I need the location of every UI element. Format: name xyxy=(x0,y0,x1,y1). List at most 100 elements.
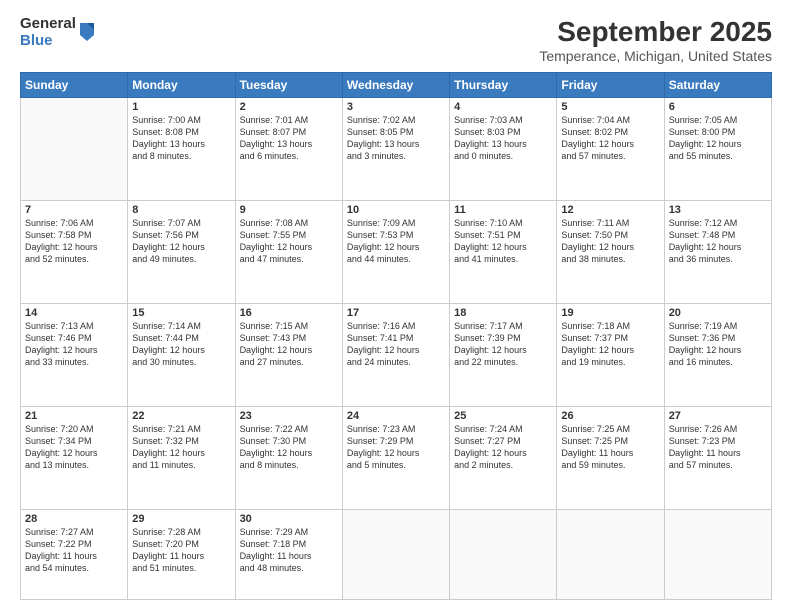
calendar-header-row: Sunday Monday Tuesday Wednesday Thursday… xyxy=(21,73,772,98)
day-info: Sunrise: 7:06 AMSunset: 7:58 PMDaylight:… xyxy=(25,217,123,266)
col-monday: Monday xyxy=(128,73,235,98)
table-row: 30Sunrise: 7:29 AMSunset: 7:18 PMDayligh… xyxy=(235,509,342,599)
table-row: 25Sunrise: 7:24 AMSunset: 7:27 PMDayligh… xyxy=(450,406,557,509)
col-tuesday: Tuesday xyxy=(235,73,342,98)
day-info: Sunrise: 7:26 AMSunset: 7:23 PMDaylight:… xyxy=(669,423,767,472)
day-info: Sunrise: 7:27 AMSunset: 7:22 PMDaylight:… xyxy=(25,526,123,575)
day-number: 14 xyxy=(25,307,123,319)
table-row: 2Sunrise: 7:01 AMSunset: 8:07 PMDaylight… xyxy=(235,98,342,201)
day-number: 15 xyxy=(132,307,230,319)
table-row xyxy=(21,98,128,201)
table-row xyxy=(450,509,557,599)
day-info: Sunrise: 7:22 AMSunset: 7:30 PMDaylight:… xyxy=(240,423,338,472)
day-info: Sunrise: 7:14 AMSunset: 7:44 PMDaylight:… xyxy=(132,320,230,369)
table-row xyxy=(342,509,449,599)
day-info: Sunrise: 7:21 AMSunset: 7:32 PMDaylight:… xyxy=(132,423,230,472)
table-row: 13Sunrise: 7:12 AMSunset: 7:48 PMDayligh… xyxy=(664,200,771,303)
day-info: Sunrise: 7:17 AMSunset: 7:39 PMDaylight:… xyxy=(454,320,552,369)
day-info: Sunrise: 7:12 AMSunset: 7:48 PMDaylight:… xyxy=(669,217,767,266)
day-info: Sunrise: 7:19 AMSunset: 7:36 PMDaylight:… xyxy=(669,320,767,369)
day-info: Sunrise: 7:09 AMSunset: 7:53 PMDaylight:… xyxy=(347,217,445,266)
day-number: 29 xyxy=(132,513,230,525)
day-info: Sunrise: 7:05 AMSunset: 8:00 PMDaylight:… xyxy=(669,114,767,163)
day-number: 12 xyxy=(561,204,659,216)
table-row: 7Sunrise: 7:06 AMSunset: 7:58 PMDaylight… xyxy=(21,200,128,303)
day-info: Sunrise: 7:25 AMSunset: 7:25 PMDaylight:… xyxy=(561,423,659,472)
day-info: Sunrise: 7:15 AMSunset: 7:43 PMDaylight:… xyxy=(240,320,338,369)
day-info: Sunrise: 7:01 AMSunset: 8:07 PMDaylight:… xyxy=(240,114,338,163)
day-info: Sunrise: 7:11 AMSunset: 7:50 PMDaylight:… xyxy=(561,217,659,266)
day-info: Sunrise: 7:04 AMSunset: 8:02 PMDaylight:… xyxy=(561,114,659,163)
day-number: 25 xyxy=(454,410,552,422)
day-info: Sunrise: 7:00 AMSunset: 8:08 PMDaylight:… xyxy=(132,114,230,163)
title-block: September 2025 Temperance, Michigan, Uni… xyxy=(539,16,772,64)
table-row: 5Sunrise: 7:04 AMSunset: 8:02 PMDaylight… xyxy=(557,98,664,201)
day-number: 20 xyxy=(669,307,767,319)
day-number: 23 xyxy=(240,410,338,422)
table-row: 29Sunrise: 7:28 AMSunset: 7:20 PMDayligh… xyxy=(128,509,235,599)
day-number: 21 xyxy=(25,410,123,422)
calendar-week-row: 1Sunrise: 7:00 AMSunset: 8:08 PMDaylight… xyxy=(21,98,772,201)
calendar-table: Sunday Monday Tuesday Wednesday Thursday… xyxy=(20,72,772,600)
day-number: 5 xyxy=(561,101,659,113)
day-info: Sunrise: 7:29 AMSunset: 7:18 PMDaylight:… xyxy=(240,526,338,575)
table-row: 22Sunrise: 7:21 AMSunset: 7:32 PMDayligh… xyxy=(128,406,235,509)
table-row: 16Sunrise: 7:15 AMSunset: 7:43 PMDayligh… xyxy=(235,303,342,406)
col-sunday: Sunday xyxy=(21,73,128,98)
table-row xyxy=(557,509,664,599)
table-row: 17Sunrise: 7:16 AMSunset: 7:41 PMDayligh… xyxy=(342,303,449,406)
day-number: 3 xyxy=(347,101,445,113)
day-info: Sunrise: 7:20 AMSunset: 7:34 PMDaylight:… xyxy=(25,423,123,472)
table-row: 4Sunrise: 7:03 AMSunset: 8:03 PMDaylight… xyxy=(450,98,557,201)
day-number: 1 xyxy=(132,101,230,113)
logo-general: General xyxy=(20,16,76,33)
day-info: Sunrise: 7:03 AMSunset: 8:03 PMDaylight:… xyxy=(454,114,552,163)
table-row: 12Sunrise: 7:11 AMSunset: 7:50 PMDayligh… xyxy=(557,200,664,303)
table-row: 26Sunrise: 7:25 AMSunset: 7:25 PMDayligh… xyxy=(557,406,664,509)
day-info: Sunrise: 7:13 AMSunset: 7:46 PMDaylight:… xyxy=(25,320,123,369)
col-wednesday: Wednesday xyxy=(342,73,449,98)
day-number: 30 xyxy=(240,513,338,525)
day-number: 19 xyxy=(561,307,659,319)
table-row: 8Sunrise: 7:07 AMSunset: 7:56 PMDaylight… xyxy=(128,200,235,303)
day-info: Sunrise: 7:10 AMSunset: 7:51 PMDaylight:… xyxy=(454,217,552,266)
day-number: 18 xyxy=(454,307,552,319)
table-row xyxy=(664,509,771,599)
table-row: 24Sunrise: 7:23 AMSunset: 7:29 PMDayligh… xyxy=(342,406,449,509)
table-row: 28Sunrise: 7:27 AMSunset: 7:22 PMDayligh… xyxy=(21,509,128,599)
day-number: 27 xyxy=(669,410,767,422)
day-number: 24 xyxy=(347,410,445,422)
day-number: 22 xyxy=(132,410,230,422)
day-number: 16 xyxy=(240,307,338,319)
day-number: 4 xyxy=(454,101,552,113)
calendar-week-row: 28Sunrise: 7:27 AMSunset: 7:22 PMDayligh… xyxy=(21,509,772,599)
day-info: Sunrise: 7:16 AMSunset: 7:41 PMDaylight:… xyxy=(347,320,445,369)
table-row: 23Sunrise: 7:22 AMSunset: 7:30 PMDayligh… xyxy=(235,406,342,509)
logo-icon xyxy=(78,21,96,43)
table-row: 9Sunrise: 7:08 AMSunset: 7:55 PMDaylight… xyxy=(235,200,342,303)
table-row: 3Sunrise: 7:02 AMSunset: 8:05 PMDaylight… xyxy=(342,98,449,201)
page-header: General Blue September 2025 Temperance, … xyxy=(20,16,772,64)
table-row: 6Sunrise: 7:05 AMSunset: 8:00 PMDaylight… xyxy=(664,98,771,201)
day-number: 8 xyxy=(132,204,230,216)
day-number: 7 xyxy=(25,204,123,216)
day-info: Sunrise: 7:02 AMSunset: 8:05 PMDaylight:… xyxy=(347,114,445,163)
table-row: 15Sunrise: 7:14 AMSunset: 7:44 PMDayligh… xyxy=(128,303,235,406)
day-number: 17 xyxy=(347,307,445,319)
col-friday: Friday xyxy=(557,73,664,98)
col-thursday: Thursday xyxy=(450,73,557,98)
table-row: 20Sunrise: 7:19 AMSunset: 7:36 PMDayligh… xyxy=(664,303,771,406)
table-row: 1Sunrise: 7:00 AMSunset: 8:08 PMDaylight… xyxy=(128,98,235,201)
table-row: 18Sunrise: 7:17 AMSunset: 7:39 PMDayligh… xyxy=(450,303,557,406)
day-info: Sunrise: 7:28 AMSunset: 7:20 PMDaylight:… xyxy=(132,526,230,575)
day-info: Sunrise: 7:07 AMSunset: 7:56 PMDaylight:… xyxy=(132,217,230,266)
calendar-week-row: 21Sunrise: 7:20 AMSunset: 7:34 PMDayligh… xyxy=(21,406,772,509)
table-row: 21Sunrise: 7:20 AMSunset: 7:34 PMDayligh… xyxy=(21,406,128,509)
day-info: Sunrise: 7:08 AMSunset: 7:55 PMDaylight:… xyxy=(240,217,338,266)
month-title: September 2025 xyxy=(539,16,772,48)
day-number: 2 xyxy=(240,101,338,113)
table-row: 19Sunrise: 7:18 AMSunset: 7:37 PMDayligh… xyxy=(557,303,664,406)
day-info: Sunrise: 7:18 AMSunset: 7:37 PMDaylight:… xyxy=(561,320,659,369)
day-number: 28 xyxy=(25,513,123,525)
calendar-week-row: 14Sunrise: 7:13 AMSunset: 7:46 PMDayligh… xyxy=(21,303,772,406)
